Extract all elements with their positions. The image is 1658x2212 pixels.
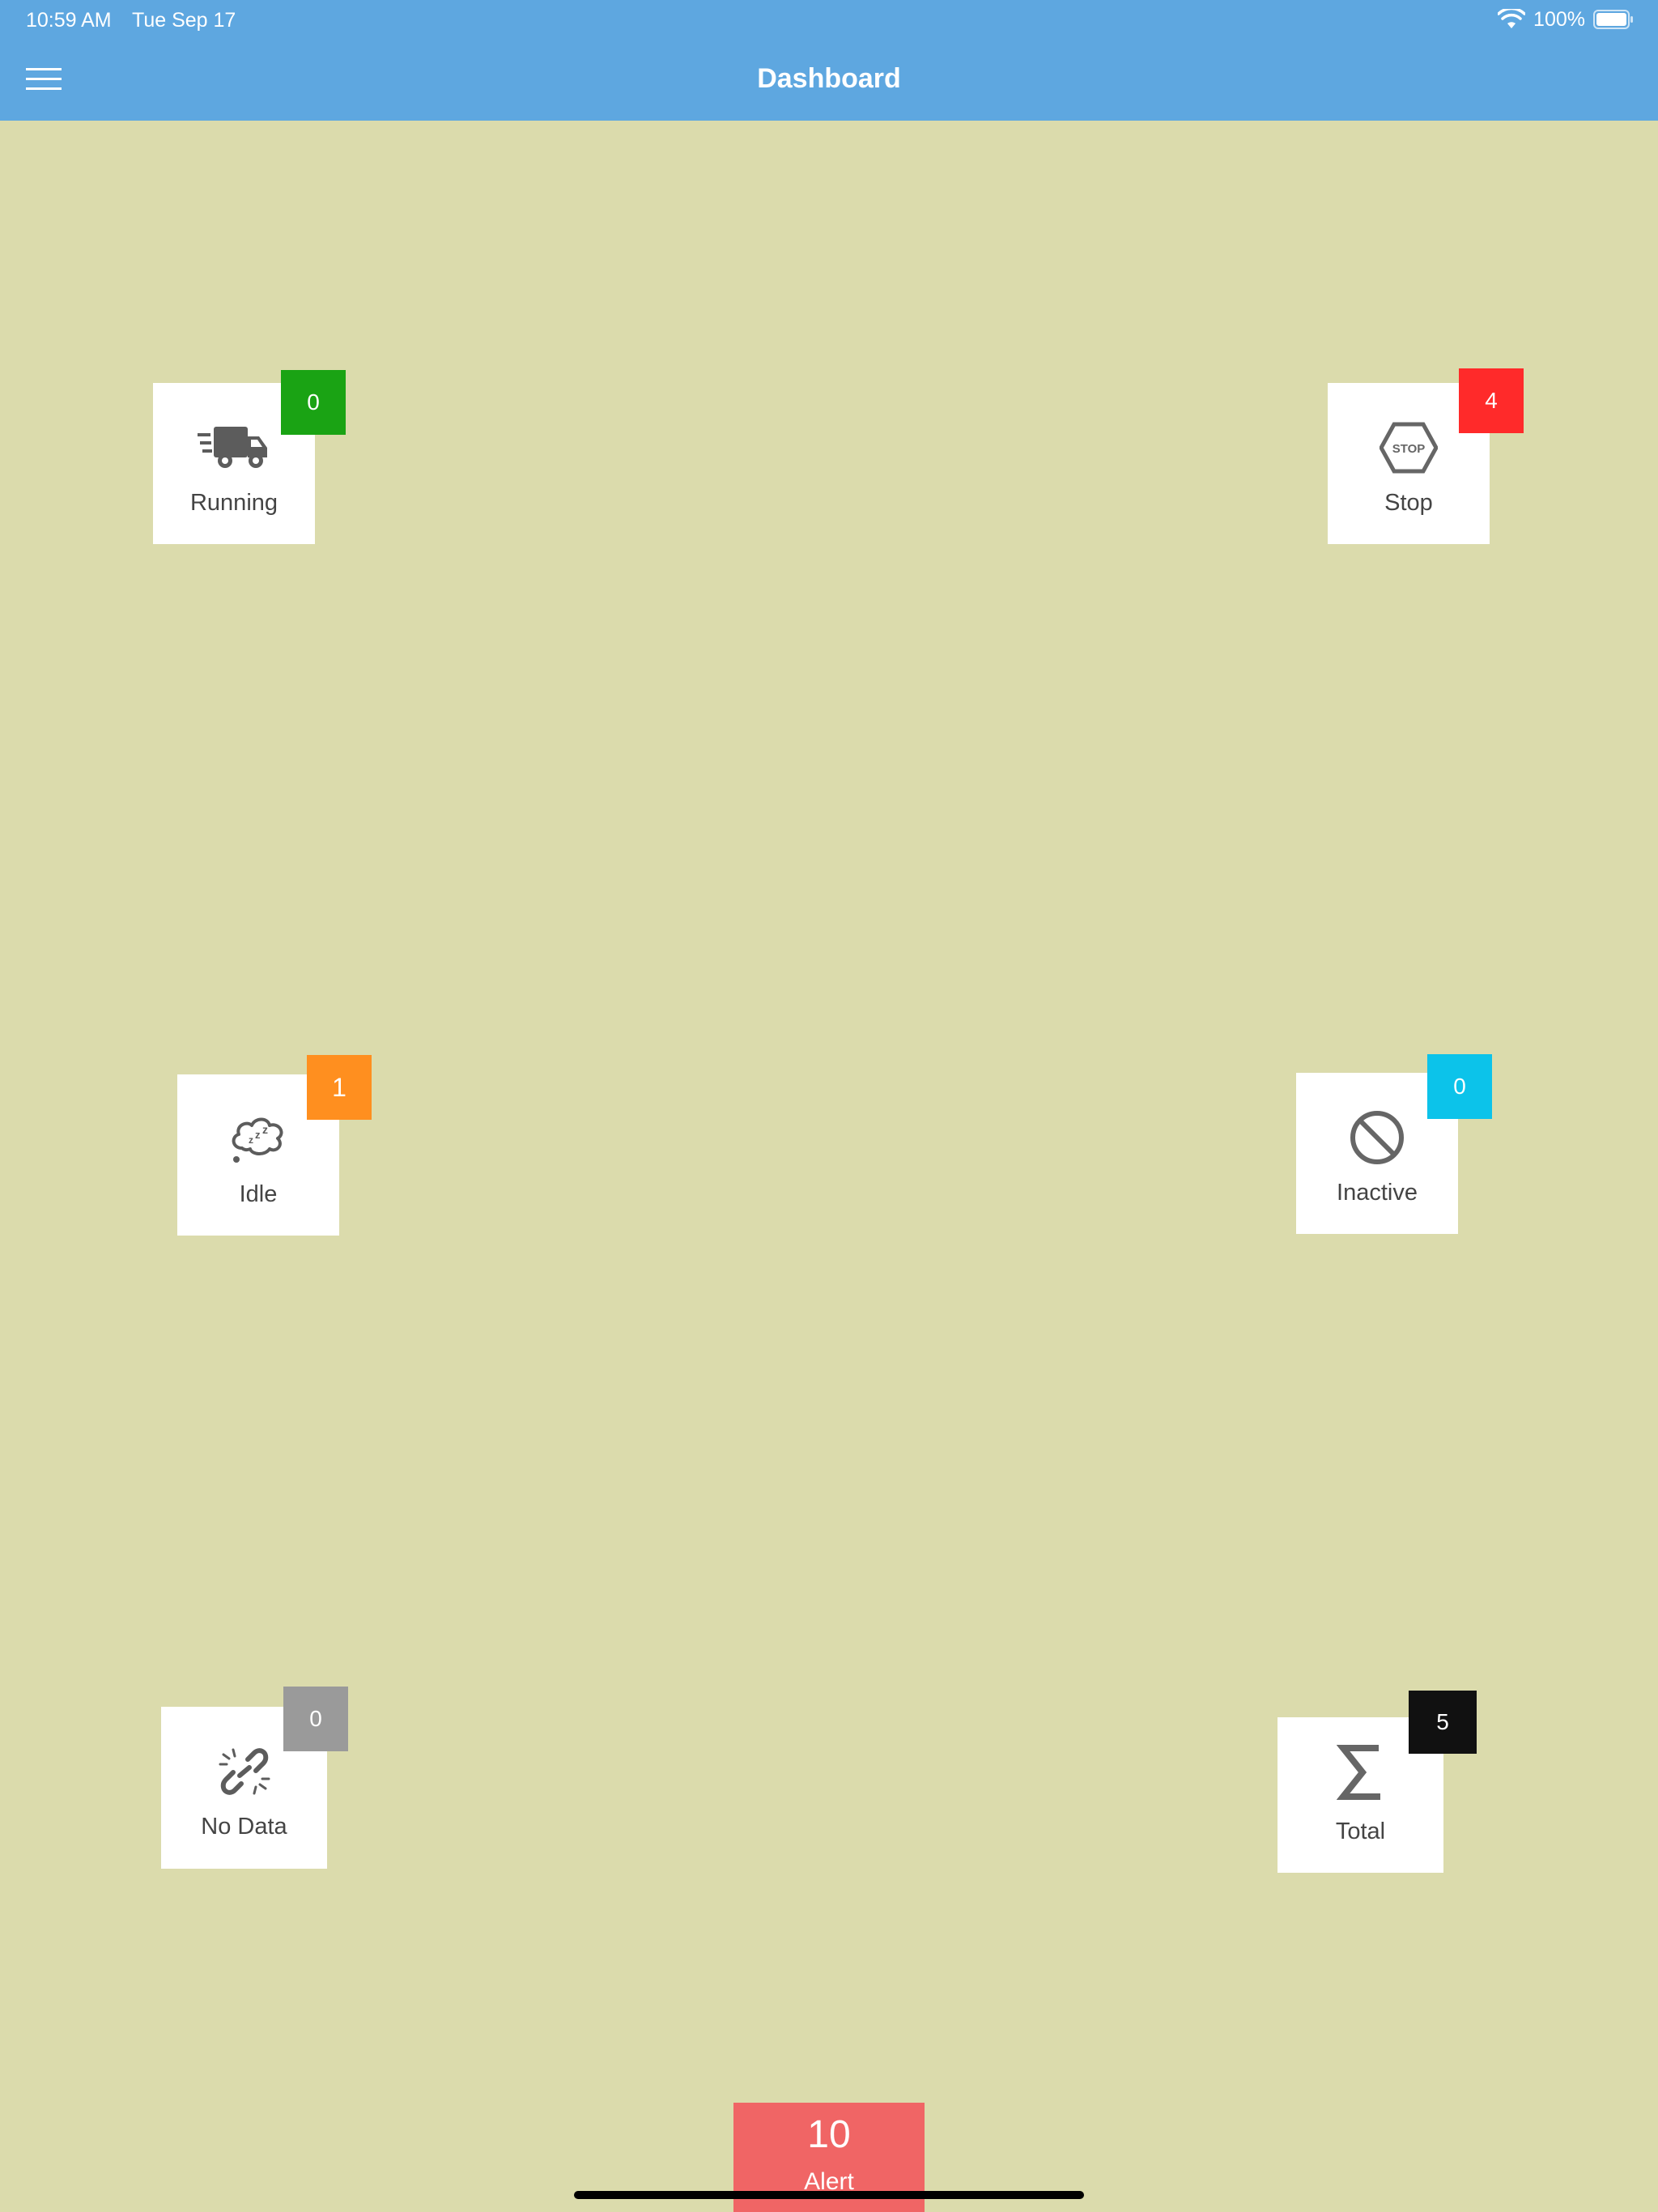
status-date: Tue Sep 17 [132,9,236,32]
broken-link-icon [219,1748,270,1795]
stop-label: Stop [1384,490,1433,516]
prohibited-icon [1350,1111,1404,1164]
wifi-icon [1498,9,1526,28]
svg-text:z: z [249,1134,253,1146]
idle-count-badge: 1 [307,1055,372,1120]
stop-count-badge: 4 [1459,368,1524,433]
battery-icon [1593,10,1633,29]
inactive-count-badge: 0 [1427,1054,1492,1119]
inactive-label: Inactive [1337,1180,1418,1206]
stop-sign-icon: STOP [1380,422,1438,474]
total-count-badge: 5 [1409,1691,1477,1754]
app-header: 10:59 AM Tue Sep 17 100% Dashboard [0,0,1658,121]
sigma-icon [1336,1745,1380,1800]
running-label: Running [189,490,278,516]
truck-icon [198,427,267,468]
sleep-cloud-icon: z z z [232,1117,283,1163]
alert-count: 10 [807,2113,851,2156]
svg-text:z: z [255,1129,261,1141]
page-title: Dashboard [757,63,901,94]
running-count-badge: 0 [281,370,346,435]
no-data-count-badge: 0 [283,1687,348,1751]
idle-label: Idle [239,1181,278,1207]
home-indicator[interactable] [574,2191,1084,2199]
status-indicators: 100% [1498,6,1634,32]
svg-text:z: z [262,1123,268,1136]
svg-text:STOP: STOP [1392,442,1426,456]
no-data-label: No Data [201,1814,287,1840]
battery-percentage: 100% [1533,8,1585,31]
status-time: 10:59 AM [26,9,112,32]
total-label: Total [1335,1819,1386,1844]
